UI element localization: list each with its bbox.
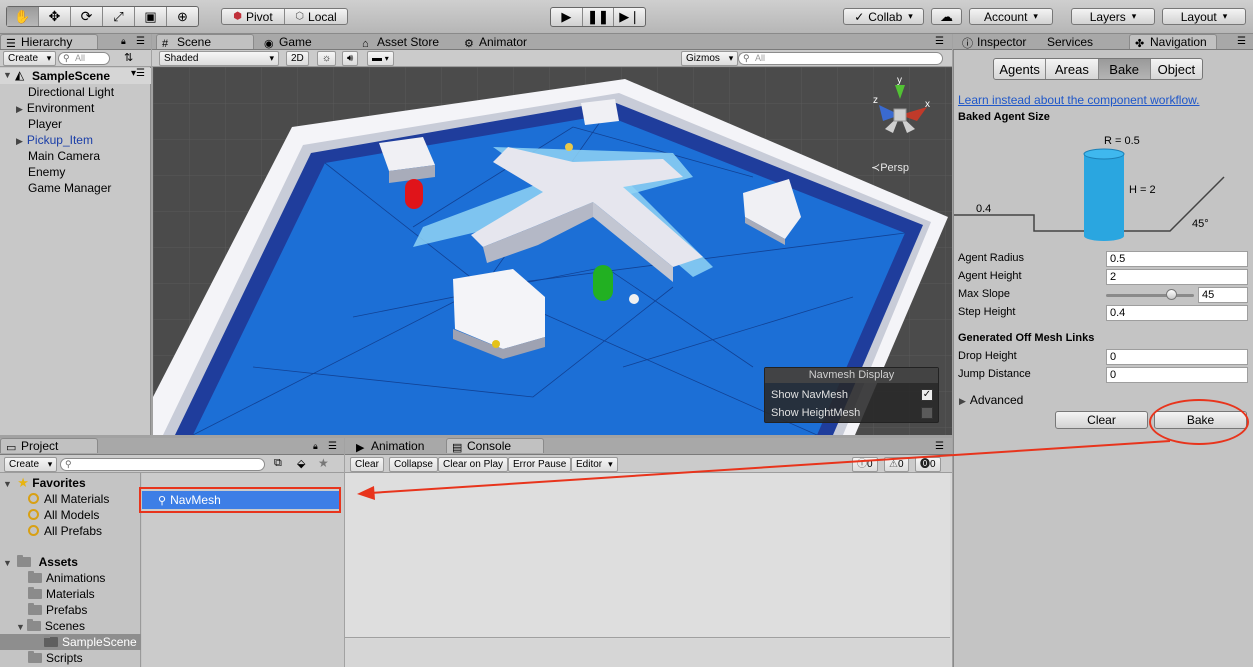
annotation-arrow — [357, 440, 1171, 500]
